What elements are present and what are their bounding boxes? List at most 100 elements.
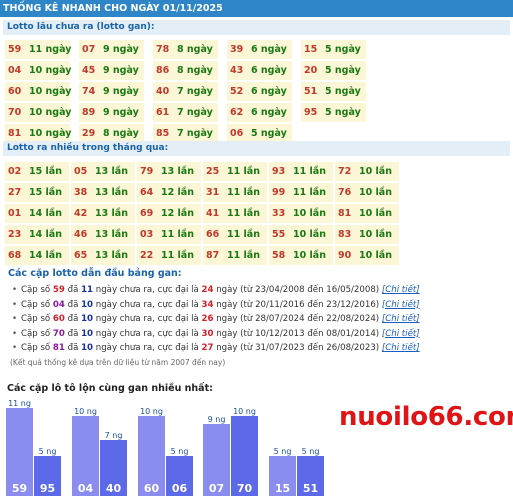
bar-category-label: 15 (275, 482, 290, 495)
pair-text: đã (64, 299, 82, 310)
bar-value-label: 5 ng (302, 447, 320, 456)
cell-count: 9 ngày (103, 44, 139, 55)
number-cell: 86 8 ngày (153, 61, 218, 80)
cell-count: 11 lần (227, 166, 260, 177)
number-cell: 58 10 lần (269, 246, 333, 265)
bar-value-label: 10 ng (233, 407, 256, 416)
pair-max: 30 (201, 328, 214, 339)
cell-number: 25 (206, 166, 220, 177)
pair-text: Cặp số (21, 343, 53, 353)
number-cell: 55 10 lần (269, 225, 333, 244)
detail-link[interactable]: [Chi tiết] (382, 285, 420, 295)
number-cell: 59 11 ngày (5, 40, 71, 59)
cell-count: 10 lần (359, 187, 392, 198)
bullet-icon: • (12, 285, 18, 295)
page-header: THỐNG KÊ NHANH CHO NGÀY 01/11/2025 (0, 0, 513, 17)
bar-category-label: 60 (144, 482, 160, 495)
detail-link[interactable]: [Chi tiết] (382, 300, 420, 310)
cell-count: 6 ngày (251, 44, 287, 55)
cell-number: 65 (74, 250, 88, 261)
cell-number: 60 (8, 86, 22, 97)
number-cell: 61 7 ngày (153, 103, 218, 122)
pair-max: 24 (201, 285, 214, 295)
cell-count: 13 lần (95, 166, 128, 177)
number-cell: 93 11 lần (269, 162, 333, 181)
cell-number: 76 (338, 187, 352, 198)
bar-category-label: 07 (209, 482, 224, 495)
cell-number: 62 (230, 107, 244, 118)
cell-number: 87 (206, 250, 220, 261)
frequent-section-title: Lotto ra nhiều trong tháng qua: (3, 141, 510, 156)
bar-category-label: 70 (237, 482, 253, 495)
pair-item: • Cặp số 70 đã 10 ngày chưa ra, cực đại l… (12, 327, 420, 342)
cell-count: 9 ngày (103, 65, 139, 76)
cell-number: 41 (206, 208, 220, 219)
number-cell: 38 13 lần (71, 183, 135, 202)
pair-number: 70 (52, 328, 65, 339)
bar-category-label: 04 (78, 482, 94, 495)
number-cell: 89 9 ngày (79, 103, 144, 122)
number-cell: 76 10 lần (335, 183, 399, 202)
number-cell: 04 10 ngày (5, 61, 72, 80)
number-cell: 78 8 ngày (153, 40, 218, 59)
number-cell: 66 11 lần (203, 225, 267, 244)
cell-count: 10 ngày (29, 107, 72, 118)
cell-count: 12 lần (161, 187, 194, 198)
cell-count: 11 lần (227, 250, 260, 261)
number-cell: 81 10 lần (335, 204, 399, 223)
pair-item: • Cặp số 81 đã 10 ngày chưa ra, cực đại l… (12, 341, 420, 356)
pair-max: 34 (201, 299, 214, 310)
cell-count: 10 lần (293, 208, 326, 219)
cell-count: 9 ngày (103, 86, 139, 97)
cell-number: 22 (140, 250, 154, 261)
number-cell: 70 10 ngày (5, 103, 72, 122)
detail-link[interactable]: [Chi tiết] (382, 343, 420, 353)
pair-text: ngày chưa ra, cực đại là (93, 314, 202, 324)
cell-number: 43 (230, 65, 244, 76)
detail-link[interactable]: [Chi tiết] (382, 329, 420, 339)
pair-text: Cặp số (21, 314, 53, 324)
bar-category-label: 40 (106, 482, 122, 495)
pair-text: đã (64, 328, 82, 339)
cell-number: 78 (156, 44, 170, 55)
cell-count: 5 ngày (325, 107, 361, 118)
stats-note: (Kết quả thống kê dựa trên dữ liệu từ nă… (10, 358, 226, 367)
cell-number: 40 (156, 86, 170, 97)
brand-watermark: nuoilo66.com (339, 402, 513, 432)
number-cell: 39 6 ngày (227, 40, 292, 59)
cell-number: 27 (8, 187, 22, 198)
cell-count: 10 lần (293, 229, 326, 240)
cell-number: 74 (82, 86, 96, 97)
cell-count: 10 lần (359, 250, 392, 261)
pair-range: ngày (từ 10/12/2013 đến 08/01/2014) (213, 328, 382, 339)
detail-link[interactable]: [Chi tiết] (382, 314, 420, 324)
number-cell: 90 10 lần (335, 246, 399, 265)
cell-number: 93 (272, 166, 286, 177)
cell-number: 46 (74, 229, 88, 240)
number-cell: 87 11 lần (203, 246, 267, 265)
number-cell: 01 14 lần (5, 204, 69, 223)
cell-count: 13 lần (95, 250, 128, 261)
cell-count: 12 lần (161, 208, 194, 219)
bar-value-label: 5 ng (171, 447, 189, 456)
cell-number: 70 (8, 107, 22, 118)
bullet-icon: • (12, 328, 18, 339)
number-cell: 68 14 lần (5, 246, 69, 265)
cell-count: 10 lần (293, 250, 326, 261)
cell-count: 6 ngày (251, 65, 287, 76)
number-cell: 15 5 ngày (301, 40, 366, 59)
number-cell: 64 12 lần (137, 183, 201, 202)
cell-count: 10 ngày (29, 65, 72, 76)
cell-count: 14 lần (29, 250, 62, 261)
number-cell: 05 13 lần (71, 162, 135, 181)
cell-number: 42 (74, 208, 88, 219)
cell-number: 39 (230, 44, 244, 55)
cell-count: 10 lần (359, 229, 392, 240)
bar-value-label: 7 ng (105, 431, 123, 440)
number-cell: 72 10 lần (335, 162, 399, 181)
number-cell: 02 15 lần (5, 162, 69, 181)
number-cell: 95 5 ngày (301, 103, 366, 122)
bar-value-label: 10 ng (140, 407, 163, 416)
number-cell: 51 5 ngày (301, 82, 366, 101)
cell-number: 79 (140, 166, 154, 177)
